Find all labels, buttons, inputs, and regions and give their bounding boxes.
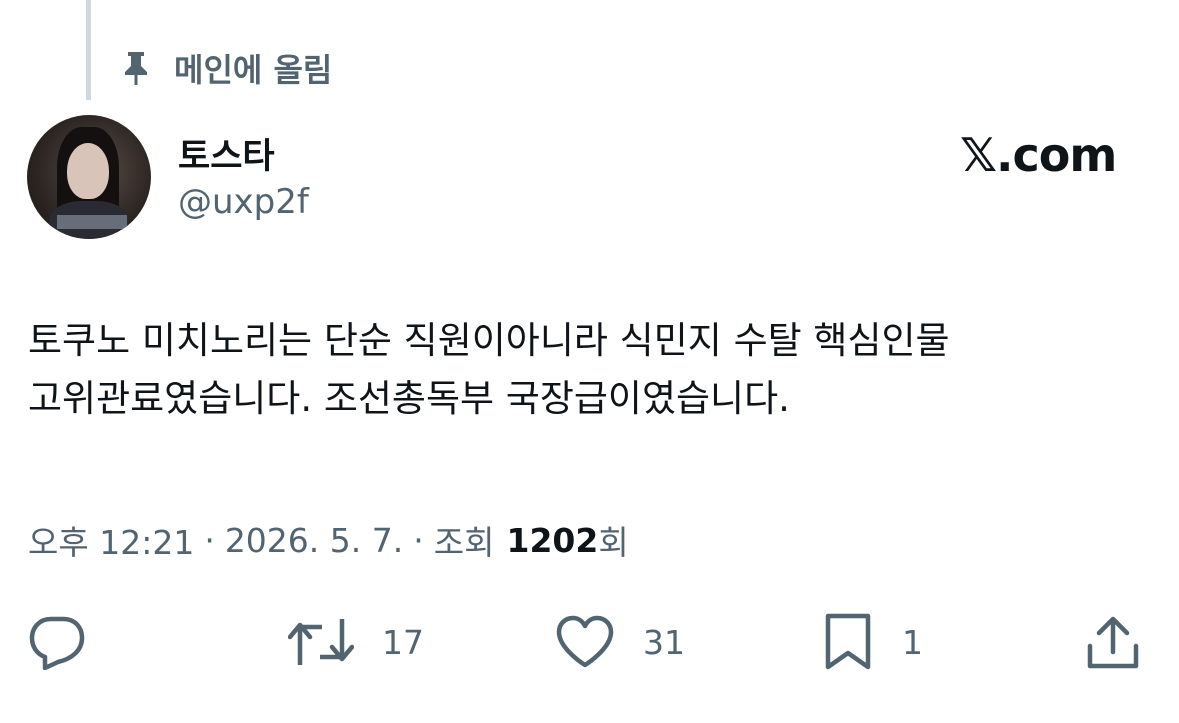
- author-handle[interactable]: @uxp2f: [178, 182, 309, 222]
- pinned-indicator: 메인에 올림: [120, 44, 332, 92]
- heart-icon: [555, 615, 615, 669]
- meta-separator: ·: [413, 520, 424, 560]
- tweet-text: 토쿠노 미치노리는 단순 직원이아니라 식민지 수탈 핵심인물 고위관료였습니다…: [28, 312, 1158, 428]
- tweet-date[interactable]: 2026. 5. 7.: [225, 521, 403, 560]
- avatar[interactable]: [27, 115, 151, 239]
- pinned-label: 메인에 올림: [174, 51, 333, 89]
- views-suffix: 회: [598, 523, 629, 562]
- views-label: 조회: [433, 523, 495, 562]
- retweet-count: 17: [382, 622, 424, 662]
- author-name[interactable]: 토스타: [178, 128, 275, 179]
- meta-separator: ·: [204, 520, 215, 560]
- retweet-icon: [288, 615, 354, 669]
- pin-icon: [120, 48, 152, 88]
- reply-icon: [28, 614, 86, 670]
- like-button[interactable]: 31: [555, 610, 685, 674]
- thread-connector-line: [86, 0, 91, 100]
- views-count: 1202: [506, 520, 599, 560]
- retweet-button[interactable]: 17: [288, 610, 424, 674]
- tweet-time[interactable]: 오후 12:21: [28, 516, 194, 564]
- brand-watermark: 𝕏.com: [960, 128, 1117, 182]
- reply-button[interactable]: [28, 610, 86, 674]
- bookmark-count: 1: [902, 622, 923, 662]
- bookmark-button[interactable]: 1: [822, 610, 923, 674]
- bookmark-icon: [822, 613, 874, 671]
- tweet-text-line-1: 토쿠노 미치노리는 단순 직원이아니라 식민지 수탈 핵심인물: [28, 319, 950, 362]
- like-count: 31: [643, 622, 685, 662]
- tweet-meta: 오후 12:21 · 2026. 5. 7. · 조회 1202 회: [28, 516, 629, 564]
- action-bar: 17 31 1: [0, 610, 1179, 674]
- share-icon: [1086, 614, 1140, 670]
- tweet-text-line-2: 고위관료였습니다. 조선총독부 국장급이였습니다.: [28, 377, 790, 420]
- share-button[interactable]: [1086, 610, 1140, 674]
